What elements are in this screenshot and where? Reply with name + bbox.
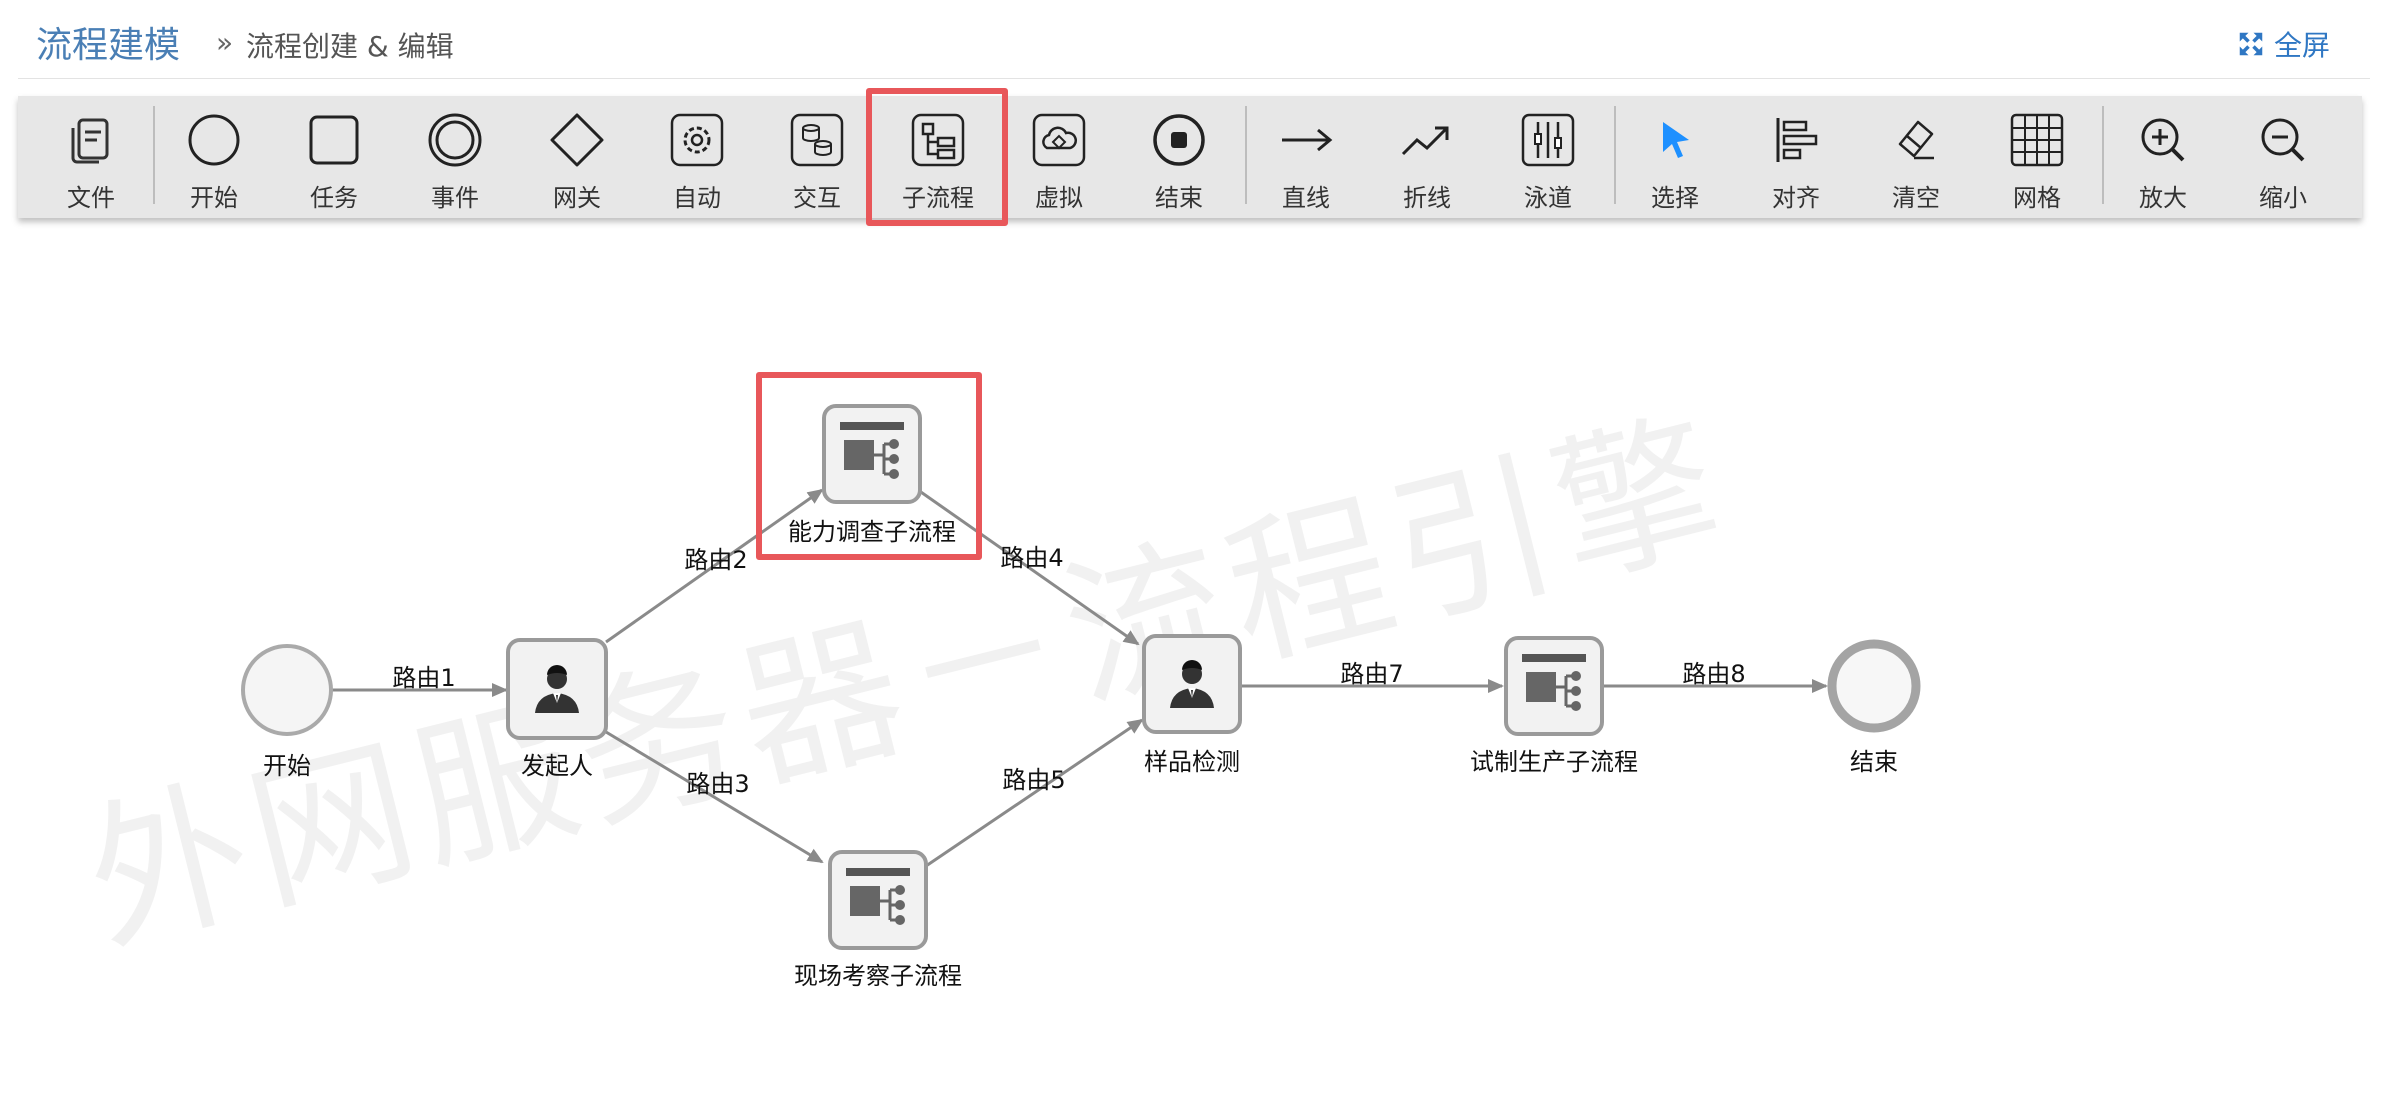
node-label-capability: 能力调查子流程 [788, 518, 956, 546]
start-node[interactable] [241, 644, 333, 736]
node-label-initiator: 发起人 [521, 752, 593, 780]
edge-label-route5: 路由5 [1002, 766, 1066, 794]
site-subprocess-node[interactable] [828, 850, 928, 950]
edge-label-route2: 路由2 [684, 546, 748, 574]
edge-label-route3: 路由3 [686, 770, 750, 798]
edge-label-route7: 路由7 [1340, 660, 1404, 688]
initiator-node[interactable] [506, 638, 608, 740]
edge-label-route4: 路由4 [1000, 544, 1064, 572]
node-label-trial: 试制生产子流程 [1470, 748, 1638, 776]
node-label-sample: 样品检测 [1144, 748, 1240, 776]
sample-test-node[interactable] [1142, 634, 1242, 734]
end-node[interactable] [1827, 639, 1921, 733]
edge-label-route8: 路由8 [1682, 660, 1746, 688]
node-label-end: 结束 [1850, 748, 1898, 776]
node-label-site: 现场考察子流程 [794, 962, 962, 990]
node-label-start: 开始 [263, 752, 311, 780]
edge-label-route1: 路由1 [392, 664, 456, 692]
process-diagram [241, 404, 1921, 950]
trial-subprocess-node[interactable] [1504, 636, 1604, 736]
